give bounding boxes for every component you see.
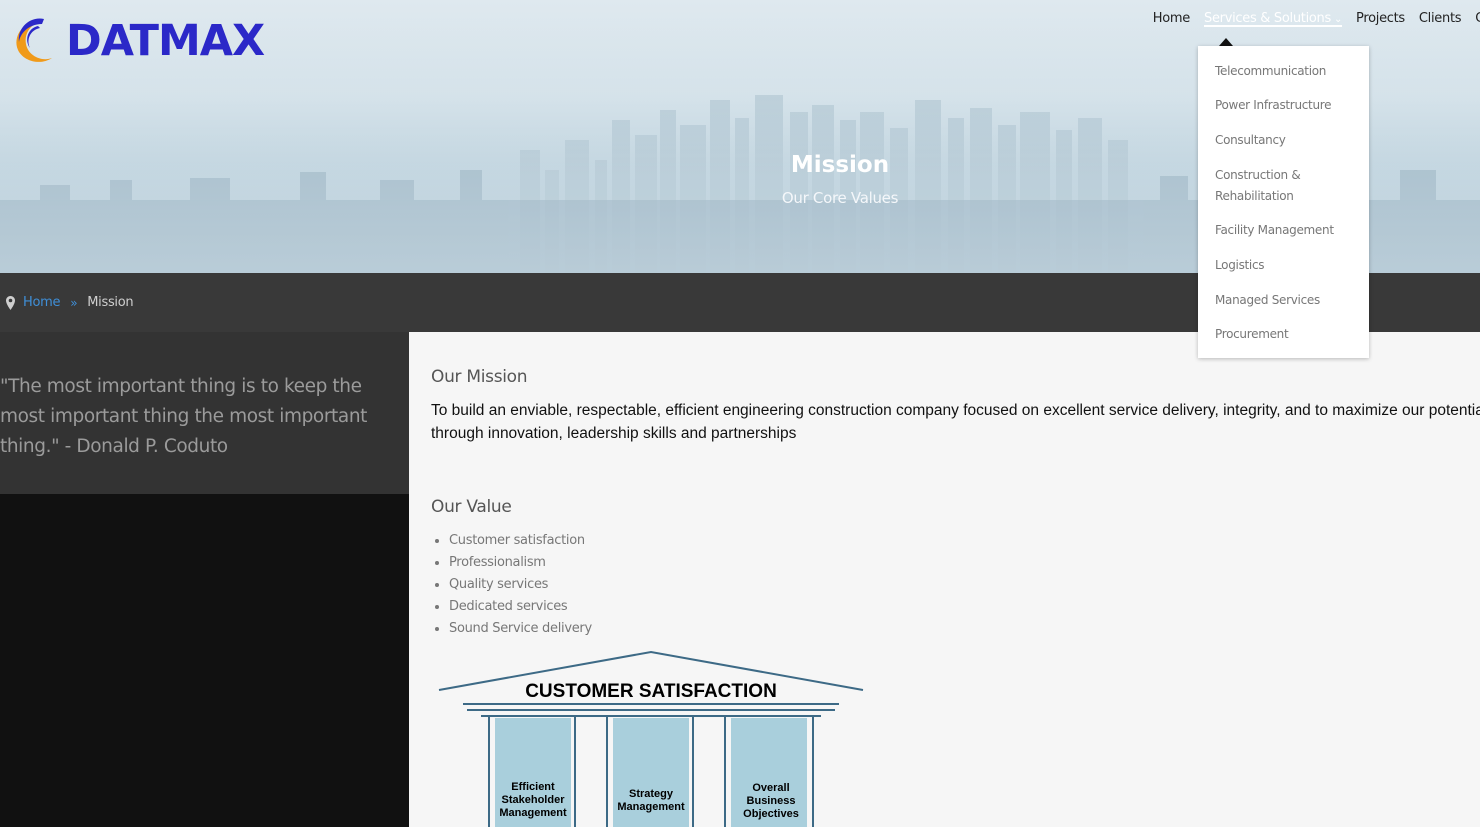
dropdown-pointer	[1219, 38, 1233, 46]
mission-heading: Our Mission	[431, 367, 528, 387]
main-nav: Home Services & Solutions ⌄ Projects Clie…	[1153, 11, 1480, 27]
pillar-2-line-2: Management	[617, 801, 685, 813]
chevron-down-icon: ⌄	[1333, 14, 1343, 25]
diagram-roof-label: CUSTOMER SATISFACTION	[525, 681, 777, 702]
pillar-3-line-1: Overall	[752, 782, 789, 794]
main-content: Our Mission To build an enviable, respec…	[409, 332, 1480, 827]
menu-item-managed-services[interactable]: Managed Services	[1215, 290, 1365, 311]
services-dropdown-menu: Telecommunication Power Infrastructure C…	[1198, 38, 1369, 358]
map-pin-icon	[6, 295, 15, 310]
menu-item-procurement[interactable]: Procurement	[1215, 324, 1365, 345]
pillar-1-line-3: Management	[499, 807, 567, 819]
brand-name: DATMAX	[66, 16, 265, 66]
values-list: Customer satisfaction Professionalism Qu…	[431, 530, 592, 640]
breadcrumb: Home » Mission	[6, 295, 134, 310]
mission-text: To build an enviable, respectable, effic…	[431, 402, 1480, 442]
nav-services-label: Services & Solutions	[1204, 11, 1331, 26]
breadcrumb-home-link[interactable]: Home	[23, 295, 61, 310]
pillar-1-line-2: Stakeholder	[502, 794, 566, 806]
menu-item-power-infrastructure[interactable]: Power Infrastructure	[1215, 95, 1365, 116]
brand-logo[interactable]: DATMAX	[10, 14, 265, 68]
pillar-2-line-1: Strategy	[629, 788, 674, 800]
diagram-pillar-1: Efficient Stakeholder Management	[481, 715, 583, 827]
quote-panel: "The most important thing is to keep the…	[0, 332, 409, 494]
double-chevron-right-icon: »	[70, 295, 78, 310]
menu-item-telecommunication[interactable]: Telecommunication	[1215, 61, 1365, 82]
list-item: Professionalism	[449, 552, 592, 574]
menu-item-facility-management[interactable]: Facility Management	[1215, 220, 1365, 241]
menu-item-construction-rehabilitation[interactable]: Construction & Rehabilitation	[1215, 165, 1325, 207]
values-pillars-diagram: CUSTOMER SATISFACTION Efficient Stakehol…	[438, 650, 864, 827]
list-item: Quality services	[449, 574, 592, 596]
menu-item-logistics[interactable]: Logistics	[1215, 255, 1365, 276]
menu-item-consultancy[interactable]: Consultancy	[1215, 130, 1365, 151]
pillar-1-line-1: Efficient	[511, 781, 555, 793]
crescent-logo-icon	[16, 18, 52, 62]
nav-services-solutions[interactable]: Services & Solutions ⌄	[1204, 11, 1342, 27]
diagram-pillar-3: Overall Business Objectives	[717, 715, 821, 827]
breadcrumb-current: Mission	[87, 295, 134, 310]
nav-projects[interactable]: Projects	[1356, 11, 1405, 27]
list-item: Sound Service delivery	[449, 618, 592, 640]
list-item: Customer satisfaction	[449, 530, 592, 552]
pillar-3-line-2: Business	[747, 795, 796, 807]
diagram-pillar-2: Strategy Management	[599, 715, 701, 827]
value-heading: Our Value	[431, 497, 512, 517]
nav-clients[interactable]: Clients	[1419, 11, 1462, 27]
list-item: Dedicated services	[449, 596, 592, 618]
pillar-3-line-3: Objectives	[743, 808, 799, 820]
sidebar-dark-panel	[0, 494, 409, 827]
nav-home[interactable]: Home	[1153, 11, 1191, 27]
quote-text: "The most important thing is to keep the…	[0, 376, 368, 457]
nav-contact-partial[interactable]: C	[1475, 11, 1480, 27]
